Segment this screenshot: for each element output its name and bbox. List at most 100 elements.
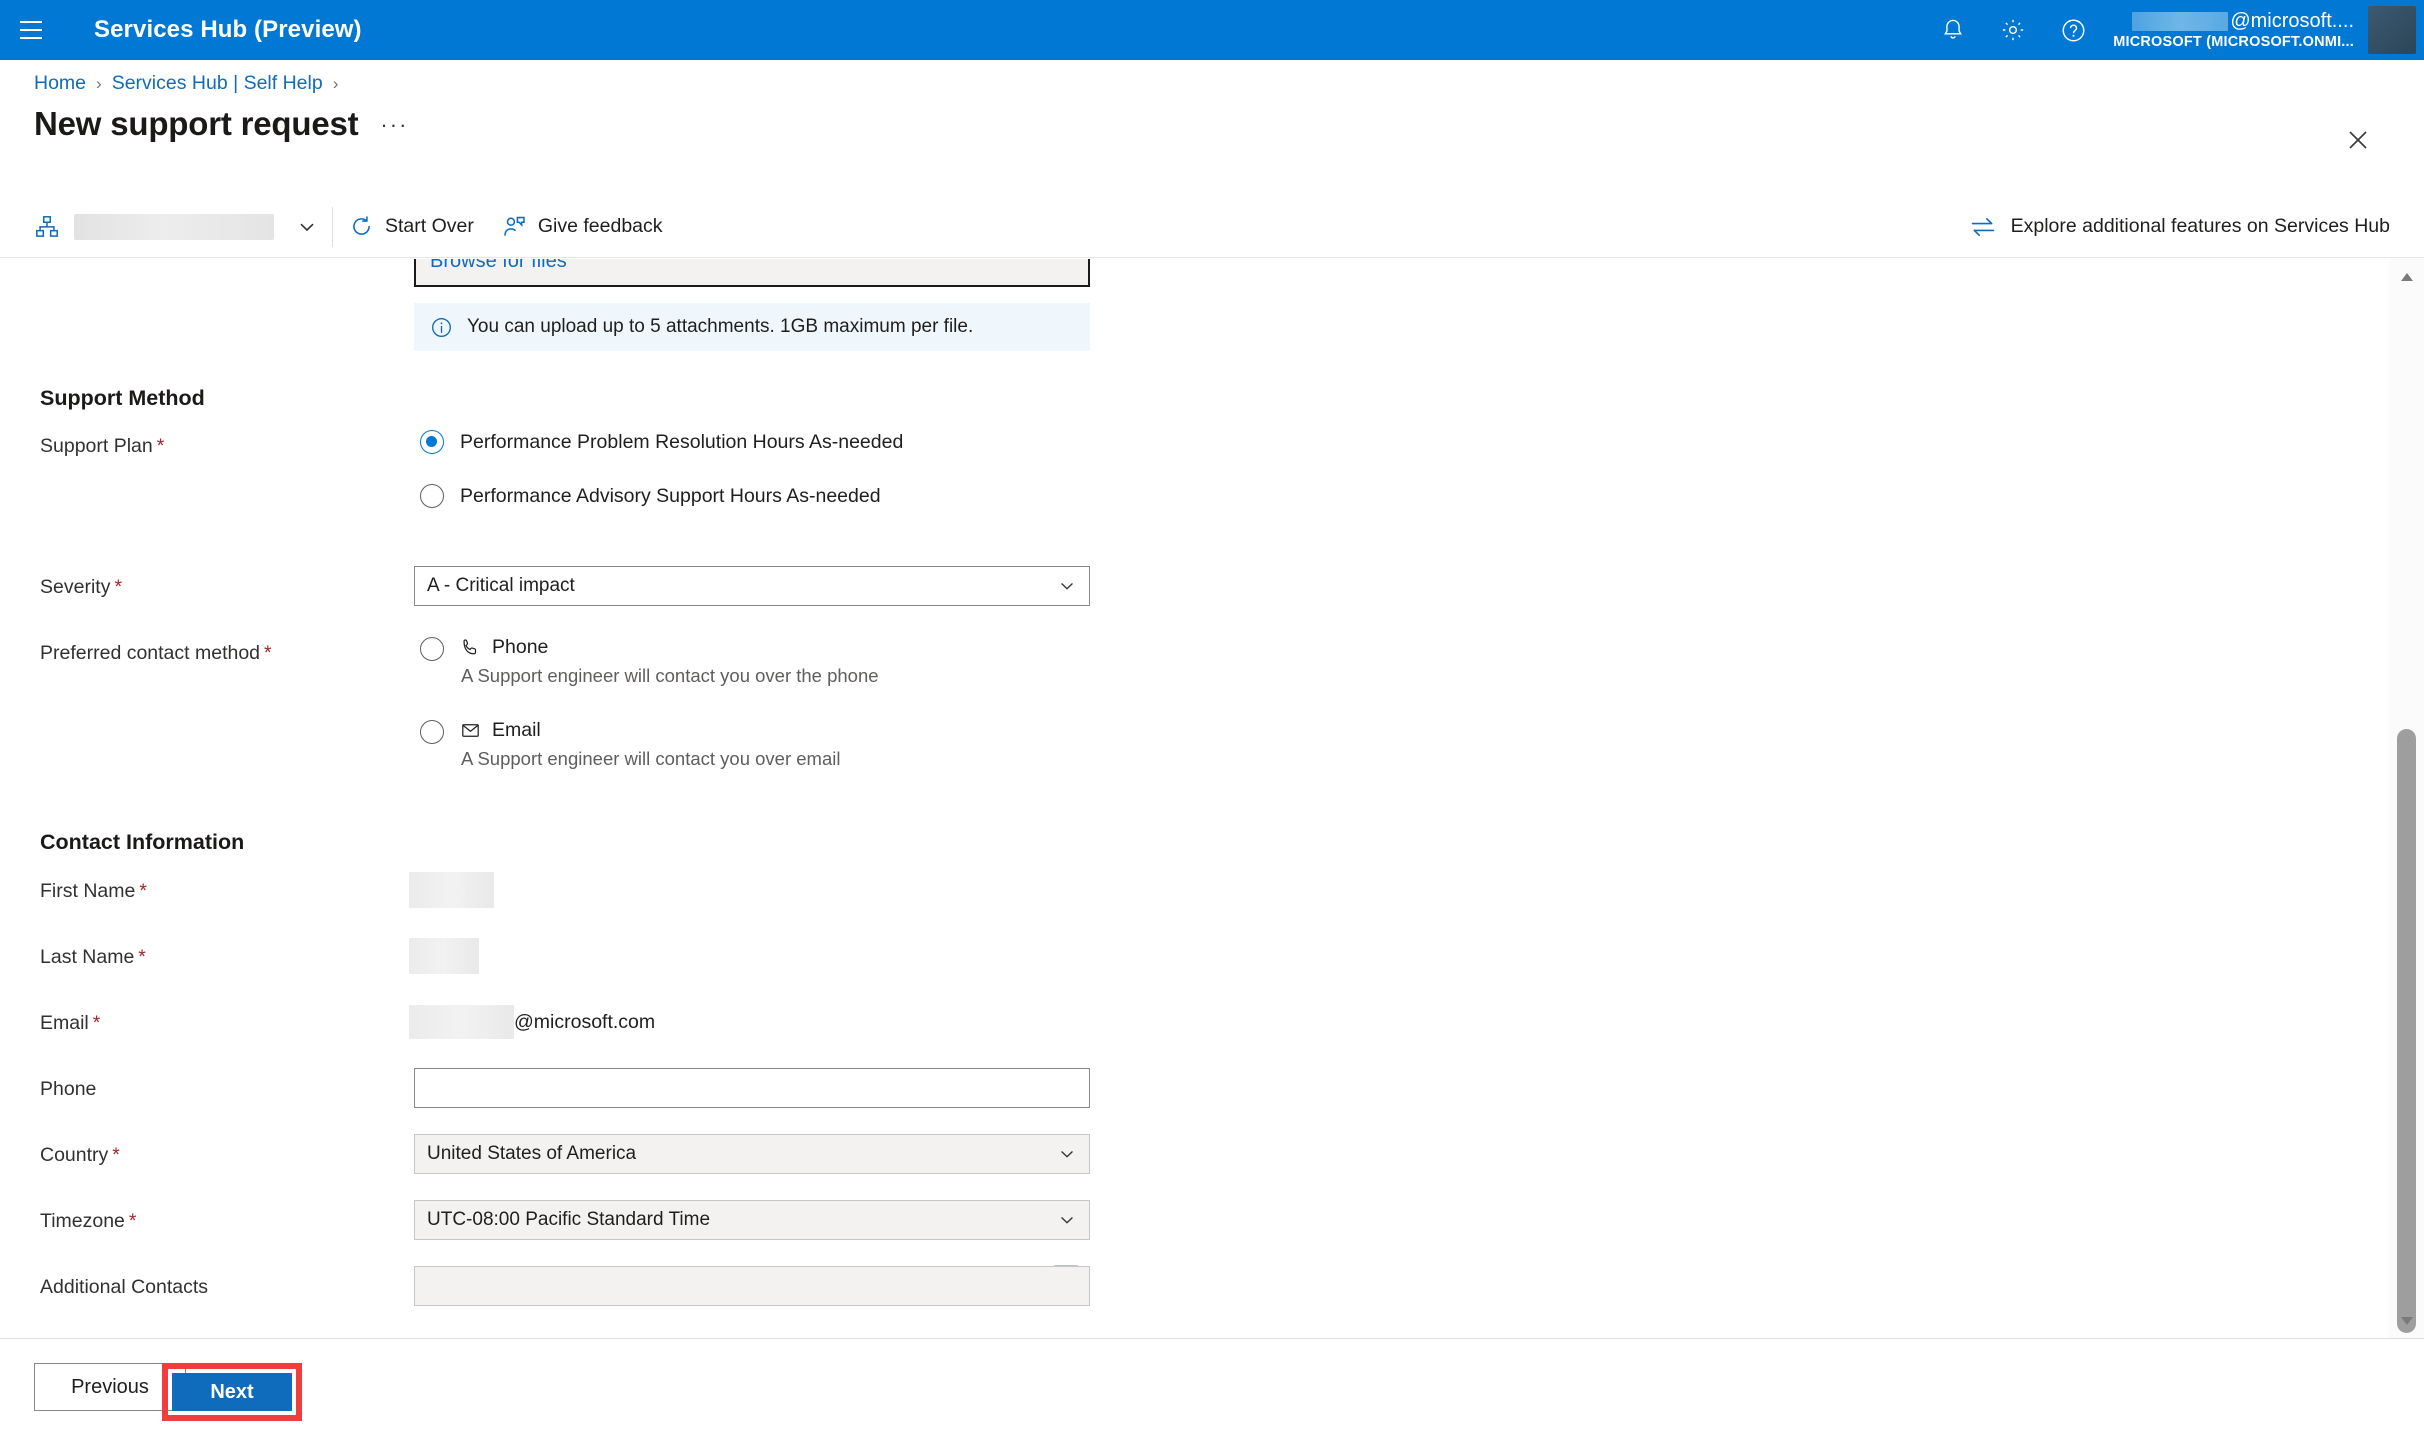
country-dropdown[interactable]: United States of America <box>414 1134 1090 1174</box>
mail-icon <box>460 720 481 741</box>
required-asterisk: * <box>156 435 165 457</box>
chevron-down-icon <box>1057 1144 1077 1164</box>
breadcrumb: Home › Services Hub | Self Help › <box>34 72 348 95</box>
first-name-value <box>409 870 494 910</box>
required-asterisk: * <box>112 1144 120 1166</box>
required-asterisk: * <box>138 946 146 968</box>
attachment-info-banner: You can upload up to 5 attachments. 1GB … <box>414 303 1090 351</box>
additional-contacts-label: Additional Contacts <box>40 1276 209 1298</box>
phone-input[interactable] <box>414 1068 1090 1108</box>
account-menu[interactable]: @microsoft.... MICROSOFT (MICROSOFT.ONMI… <box>2103 0 2368 60</box>
hamburger-menu-icon[interactable] <box>0 0 62 60</box>
contact-method-phone-content: Phone A Support engineer will contact yo… <box>460 636 879 687</box>
browse-for-files-dropzone[interactable]: Browse for files <box>414 259 1090 287</box>
timezone-label: Timezone * <box>40 1210 137 1232</box>
required-asterisk: * <box>264 642 272 664</box>
global-header: Services Hub (Preview) @microsoft.... MI… <box>0 0 2424 60</box>
country-value: United States of America <box>427 1143 637 1164</box>
gear-icon[interactable] <box>1983 0 2043 60</box>
chevron-down-icon <box>1057 576 1077 596</box>
severity-dropdown[interactable]: A - Critical impact <box>414 566 1090 606</box>
severity-label: Severity * <box>40 576 123 598</box>
give-feedback-label: Give feedback <box>537 215 663 237</box>
contact-method-phone-title-row: Phone <box>460 636 879 659</box>
required-asterisk: * <box>92 1012 101 1034</box>
organization-name-redacted <box>74 213 274 240</box>
breadcrumb-separator-1: › <box>96 73 102 93</box>
timezone-value: UTC-08:00 Pacific Standard Time <box>427 1209 711 1230</box>
contact-method-option-email[interactable]: Email A Support engineer will contact yo… <box>420 719 840 770</box>
contact-method-email-title-row: Email <box>460 719 840 742</box>
phone-icon <box>460 637 481 658</box>
required-asterisk: * <box>139 880 147 902</box>
first-name-label: First Name * <box>40 880 147 902</box>
required-asterisk: * <box>128 1210 137 1232</box>
next-button[interactable]: Next <box>172 1373 292 1411</box>
contact-method-email-content: Email A Support engineer will contact yo… <box>460 719 840 770</box>
required-asterisk: * <box>114 576 123 598</box>
organization-selector[interactable] <box>0 196 330 258</box>
phone-label: Phone <box>40 1078 97 1100</box>
start-over-button[interactable]: Start Over <box>335 203 488 251</box>
contact-method-email-description: A Support engineer will contact you over… <box>461 748 841 769</box>
chevron-down-icon <box>1057 1210 1077 1230</box>
email-label: Email * <box>40 1012 101 1034</box>
breadcrumb-separator-2: › <box>332 73 339 93</box>
give-feedback-button[interactable]: Give feedback <box>488 203 677 251</box>
feedback-person-icon <box>502 214 527 239</box>
form-scroll-region: Browse for files You can upload up to 5 … <box>0 259 2389 1338</box>
avatar[interactable] <box>2368 6 2416 54</box>
radio-button[interactable] <box>420 430 444 454</box>
attachment-info-text: You can upload up to 5 attachments. 1GB … <box>467 316 974 337</box>
explore-services-hub-link[interactable]: Explore additional features on Services … <box>1969 215 2390 239</box>
org-hierarchy-icon <box>34 214 60 240</box>
last-name-label: Last Name * <box>40 946 146 968</box>
breadcrumb-self-help[interactable]: Services Hub | Self Help <box>112 72 323 95</box>
command-bar-divider <box>332 206 333 247</box>
support-plan-option-1-label: Performance Advisory Support Hours As-ne… <box>460 485 881 507</box>
last-name-redacted <box>409 938 479 974</box>
support-plan-option-1[interactable]: Performance Advisory Support Hours As-ne… <box>420 483 881 509</box>
preferred-contact-method-label: Preferred contact method * <box>40 642 272 664</box>
vertical-scrollbar[interactable] <box>2389 259 2424 1338</box>
page-title-row: New support request ··· <box>34 105 408 143</box>
start-over-label: Start Over <box>385 215 474 237</box>
support-plan-label: Support Plan * <box>40 435 165 457</box>
support-method-heading: Support Method <box>40 386 205 410</box>
close-icon[interactable] <box>2336 118 2380 162</box>
timezone-dropdown[interactable]: UTC-08:00 Pacific Standard Time <box>414 1200 1090 1240</box>
email-local-part-redacted <box>409 1005 514 1039</box>
swap-arrows-icon <box>1969 215 1997 239</box>
first-name-redacted <box>409 872 494 908</box>
email-domain: @microsoft.com <box>514 1010 656 1033</box>
scroll-down-arrow-icon[interactable] <box>2389 1303 2424 1338</box>
refresh-icon <box>349 214 374 239</box>
scroll-up-arrow-icon[interactable] <box>2389 259 2424 294</box>
support-plan-option-0[interactable]: Performance Problem Resolution Hours As-… <box>420 429 903 455</box>
account-email: @microsoft.... <box>2132 10 2354 33</box>
account-organization: MICROSOFT (MICROSOFT.ONMI... <box>2113 33 2354 50</box>
radio-button[interactable] <box>420 484 444 508</box>
page-title: New support request <box>34 105 359 142</box>
contact-method-option-phone[interactable]: Phone A Support engineer will contact yo… <box>420 636 879 687</box>
header-actions: @microsoft.... MICROSOFT (MICROSOFT.ONMI… <box>1923 0 2424 60</box>
last-name-value <box>409 936 479 976</box>
wizard-footer: Previous <box>0 1338 2424 1431</box>
explore-label: Explore additional features on Services … <box>2010 215 2390 237</box>
app-title: Services Hub (Preview) <box>94 16 362 43</box>
contact-method-phone-description: A Support engineer will contact you over… <box>461 665 879 686</box>
scrollbar-thumb[interactable] <box>2397 729 2416 1333</box>
contact-method-phone-title: Phone <box>492 636 549 658</box>
notifications-bell-icon[interactable] <box>1923 0 1983 60</box>
help-icon[interactable] <box>2043 0 2103 60</box>
country-label: Country * <box>40 1144 120 1166</box>
radio-button[interactable] <box>420 720 444 744</box>
email-value: @microsoft.com <box>409 1002 655 1042</box>
support-plan-option-0-label: Performance Problem Resolution Hours As-… <box>460 431 904 453</box>
radio-button[interactable] <box>420 637 444 661</box>
additional-contacts-input[interactable] <box>414 1266 1090 1306</box>
breadcrumb-home[interactable]: Home <box>34 72 86 95</box>
severity-value: A - Critical impact <box>427 575 575 596</box>
browse-for-files-link[interactable]: Browse for files <box>430 259 567 273</box>
more-options-icon[interactable]: ··· <box>380 114 408 136</box>
